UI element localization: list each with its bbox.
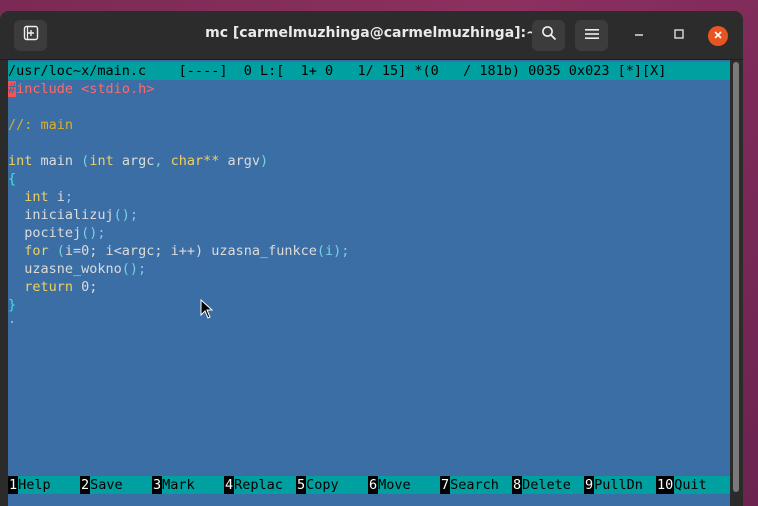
code-line-return[interactable]: return 0; [8, 278, 97, 296]
code-line-comment[interactable]: //: main [8, 116, 73, 134]
hamburger-menu-icon [584, 27, 599, 45]
fkey-copy[interactable]: 5 Copy [296, 476, 368, 494]
fkey-replace[interactable]: 4 Replac [224, 476, 296, 494]
code-line-tail: . [8, 311, 17, 327]
fkey-quit[interactable]: 10 Quit [656, 476, 730, 494]
text-cursor: # [8, 81, 17, 97]
menu-button[interactable] [575, 20, 608, 51]
code-line-include[interactable]: #include <stdio.h> [8, 80, 154, 98]
minimize-button[interactable] [629, 26, 649, 46]
fkey-search[interactable]: 7 Search [440, 476, 512, 494]
fkey-help[interactable]: 1 Help [8, 476, 80, 494]
editor-status-line: /usr/loc~x/main.c [----] 0 L:[ 1+ 0 1/ 1… [8, 62, 730, 80]
title-bar: mc [carmelmuzhinga@carmelmuzhinga]:~ [0, 11, 743, 60]
function-key-bar: 1 Help 2 Save 3 Mark 4 Replac 5 Copy 6 Move 7S… [8, 476, 730, 494]
code-line-open-brace[interactable]: { [8, 170, 16, 188]
close-button[interactable] [708, 26, 728, 46]
code-line-main-signature[interactable]: int main (int argc, char** argv) [8, 152, 268, 170]
code-line-call-uzasne-wokno[interactable]: uzasne_wokno(); [8, 260, 146, 278]
close-icon [713, 27, 723, 45]
terminal-scrollbar[interactable] [733, 62, 739, 492]
minimize-icon [633, 27, 645, 45]
code-line-call-pocitej[interactable]: pocitej(); [8, 224, 105, 242]
terminal-window: mc [carmelmuzhinga@carmelmuzhinga]:~ /us… [0, 11, 743, 506]
fkey-pulldown[interactable]: 9 PullDn [584, 476, 656, 494]
code-line-declaration[interactable]: int i; [8, 188, 73, 206]
code-line-for-loop[interactable]: for (i=0; i<argc; i++) uzasna_funkce(i); [8, 242, 349, 260]
code-line-call-inicializuj[interactable]: inicializuj(); [8, 206, 138, 224]
maximize-button[interactable] [669, 26, 689, 46]
fkey-delete[interactable]: 8 Delete [512, 476, 584, 494]
search-button[interactable] [532, 20, 565, 51]
mouse-pointer-icon [200, 298, 214, 323]
fkey-mark[interactable]: 3 Mark [152, 476, 224, 494]
mc-editor[interactable]: /usr/loc~x/main.c [----] 0 L:[ 1+ 0 1/ 1… [8, 60, 730, 506]
maximize-icon [673, 27, 685, 45]
fkey-save[interactable]: 2 Save [80, 476, 152, 494]
fkey-move[interactable]: 6 Move [368, 476, 440, 494]
search-icon [541, 25, 557, 46]
